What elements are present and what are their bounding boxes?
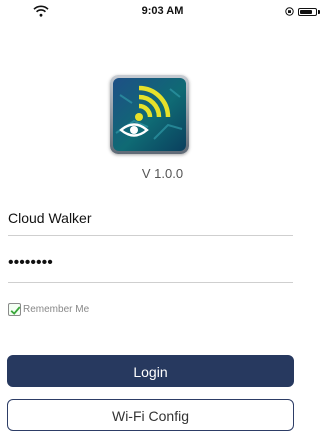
- remember-label: Remember Me: [23, 304, 90, 315]
- remember-checkbox[interactable]: [8, 303, 21, 316]
- battery-tip: [318, 10, 320, 14]
- app-logo-icon: [110, 75, 189, 154]
- check-icon: [10, 306, 21, 315]
- status-time: 9:03 AM: [141, 5, 184, 17]
- password-value: ••••••••: [8, 254, 53, 271]
- password-field[interactable]: ••••••••: [8, 252, 293, 283]
- login-button[interactable]: Login: [7, 355, 294, 387]
- app-version: V 1.0.0: [141, 166, 184, 181]
- wifi-config-button[interactable]: Wi-Fi Config: [7, 399, 294, 431]
- username-value: Cloud Walker: [8, 210, 92, 226]
- username-field[interactable]: Cloud Walker: [8, 205, 293, 236]
- status-bar: 9:03 AM: [0, 0, 325, 22]
- orientation-lock-icon: [285, 7, 294, 16]
- battery-icon: [298, 8, 317, 16]
